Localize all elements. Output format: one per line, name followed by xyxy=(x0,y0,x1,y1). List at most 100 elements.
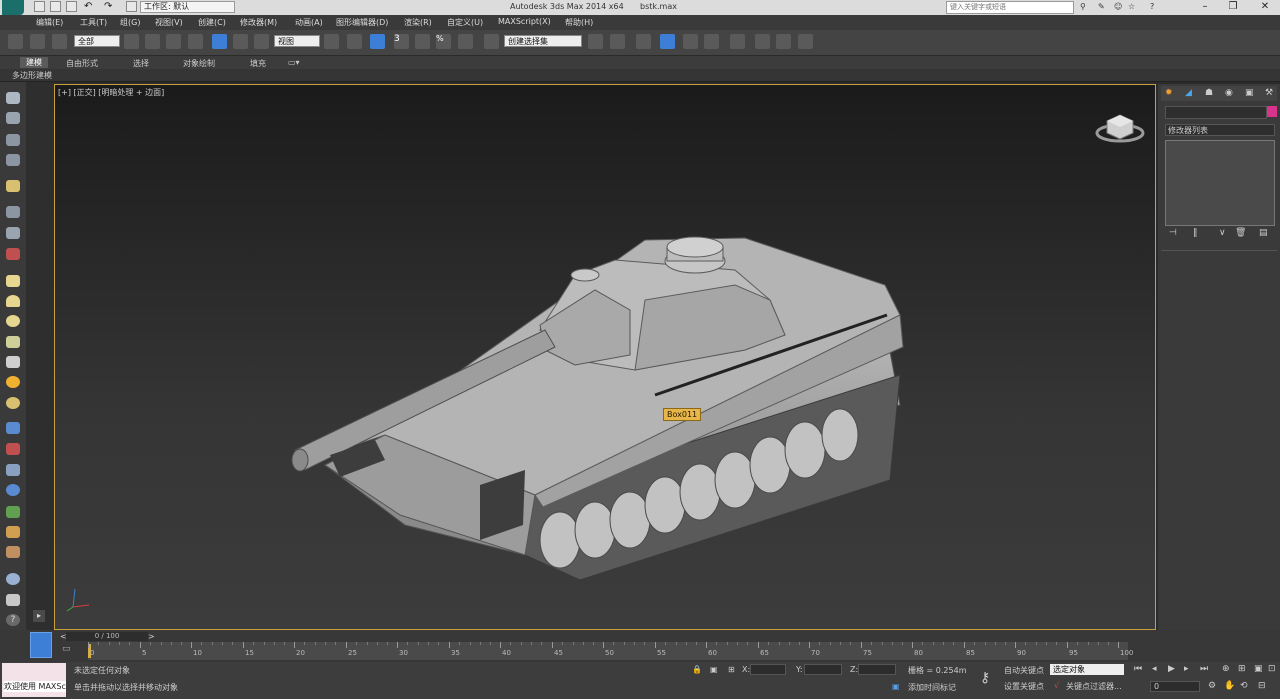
go-to-start-icon[interactable]: ⏮ xyxy=(1134,664,1142,674)
globe-icon[interactable] xyxy=(6,484,20,496)
layer-icon[interactable] xyxy=(6,134,20,146)
go-to-end-icon[interactable]: ⏭ xyxy=(1200,664,1208,674)
maxscript-listener[interactable]: 欢迎使用 MAXSc xyxy=(2,663,66,697)
character-icon[interactable] xyxy=(6,464,20,476)
bind-space-warp-icon[interactable] xyxy=(52,34,67,49)
helper-icon[interactable] xyxy=(6,206,20,218)
percent-snap-icon[interactable]: % xyxy=(436,34,451,49)
menu-graph-editors[interactable]: 图形编辑器(D) xyxy=(336,17,388,28)
next-frame-arrow-icon[interactable]: > xyxy=(148,632,158,641)
key-filters-button[interactable]: 关键点过滤器... xyxy=(1066,681,1122,692)
track-bar[interactable]: 0 5 10 15 20 25 30 35 40 45 50 55 60 65 70 75 80 85 90 95 10… xyxy=(88,642,1133,660)
manipulate-icon[interactable] xyxy=(347,34,362,49)
menu-customize[interactable]: 自定义(U) xyxy=(447,17,483,28)
star-icon[interactable]: ☆ xyxy=(1128,2,1135,11)
hedra-icon[interactable] xyxy=(6,336,20,348)
minimize-button[interactable]: – xyxy=(1190,0,1220,15)
app-logo-icon[interactable] xyxy=(2,0,24,15)
help-icon[interactable]: ? xyxy=(1150,2,1154,11)
time-tag-icon[interactable]: ▣ xyxy=(892,682,900,691)
schematic-view-icon[interactable] xyxy=(704,34,719,49)
curve-editor-icon[interactable] xyxy=(683,34,698,49)
scene-explorer-icon[interactable] xyxy=(6,154,20,166)
rain-icon[interactable] xyxy=(6,422,20,434)
remove-modifier-icon[interactable]: 🗑 xyxy=(1235,228,1246,238)
sky-icon[interactable] xyxy=(6,397,20,409)
expand-arrow-icon[interactable]: ▸ xyxy=(33,610,45,622)
modifier-list-dropdown[interactable]: 修改器列表 xyxy=(1165,124,1275,136)
search-input[interactable]: 键入关键字或短语 xyxy=(946,1,1074,14)
auto-key-button[interactable]: 自动关键点 xyxy=(1004,665,1044,676)
rectangular-selection-icon[interactable] xyxy=(166,34,181,49)
modifier-stack[interactable] xyxy=(1165,140,1275,226)
link-icon[interactable] xyxy=(8,34,23,49)
dome-icon[interactable] xyxy=(6,295,20,307)
render-production-icon[interactable] xyxy=(798,34,813,49)
zoom-icon[interactable]: ⊕ xyxy=(1222,664,1230,674)
create-tab-icon[interactable]: ✹ xyxy=(1165,88,1173,98)
rendered-frame-window-icon[interactable] xyxy=(776,34,791,49)
material-editor-icon[interactable] xyxy=(730,34,745,49)
tab-populate[interactable]: 填充 xyxy=(250,58,266,69)
ball-icon[interactable] xyxy=(6,573,20,585)
menu-rendering[interactable]: 渲染(R) xyxy=(404,17,432,28)
menu-tools[interactable]: 工具(T) xyxy=(80,17,107,28)
object-color-swatch[interactable] xyxy=(1267,106,1277,117)
current-frame-field[interactable]: 0 xyxy=(1150,681,1200,692)
select-and-scale-icon[interactable] xyxy=(254,34,269,49)
sphere-light-icon[interactable] xyxy=(6,315,20,327)
undo-icon[interactable]: ↶ xyxy=(84,1,95,12)
close-button[interactable]: ✕ xyxy=(1250,0,1280,15)
select-object-icon[interactable] xyxy=(124,34,139,49)
help-circle-icon[interactable]: ? xyxy=(6,614,20,626)
named-selection-dropdown[interactable]: 创建选择集 xyxy=(504,35,582,47)
particle-icon[interactable] xyxy=(6,248,20,260)
show-end-result-icon[interactable]: ‖ xyxy=(1193,228,1198,238)
grid-icon[interactable] xyxy=(6,594,20,606)
menu-help[interactable]: 帮助(H) xyxy=(565,17,593,28)
hair-icon[interactable] xyxy=(6,526,20,538)
play-icon[interactable]: ▶ xyxy=(1168,664,1175,674)
select-and-rotate-icon[interactable] xyxy=(233,34,248,49)
key-icon[interactable]: ✎ xyxy=(1098,2,1105,11)
snaps-toggle-icon[interactable]: 3 xyxy=(394,34,409,49)
menu-group[interactable]: 组(G) xyxy=(120,17,140,28)
y-coordinate-field[interactable] xyxy=(804,664,842,675)
ribbon-options-icon[interactable]: ▭▾ xyxy=(288,58,300,67)
window-crossing-icon[interactable] xyxy=(188,34,203,49)
project-folder-icon[interactable] xyxy=(126,1,137,12)
next-frame-icon[interactable]: ▸ xyxy=(1184,664,1189,674)
modify-tab-icon[interactable]: ◢ xyxy=(1185,88,1192,98)
select-by-name-icon[interactable] xyxy=(145,34,160,49)
absolute-mode-icon[interactable]: ⊞ xyxy=(728,665,735,674)
menu-maxscript[interactable]: MAXScript(X) xyxy=(498,17,551,26)
z-coordinate-field[interactable] xyxy=(858,664,896,675)
key-icon-large[interactable]: ⚷ xyxy=(980,670,990,686)
user-icon[interactable]: ☺ xyxy=(1114,2,1122,11)
cone-icon[interactable] xyxy=(6,356,20,368)
unlink-icon[interactable] xyxy=(30,34,45,49)
layer-manager-icon[interactable] xyxy=(636,34,651,49)
add-time-tag[interactable]: 添加时间标记 xyxy=(908,682,956,693)
pivot-center-icon[interactable] xyxy=(324,34,339,49)
pin-stack-icon[interactable]: ⊣ xyxy=(1169,228,1177,238)
zoom-extents-icon[interactable]: ▣ xyxy=(1254,664,1263,674)
mirror-icon[interactable] xyxy=(588,34,603,49)
edit-named-selection-icon[interactable] xyxy=(484,34,499,49)
zoom-region-icon[interactable]: ⊡ xyxy=(1268,664,1276,674)
tab-modeling[interactable]: 建模 xyxy=(20,57,48,68)
track-bar-icon[interactable]: ▭ xyxy=(62,644,74,655)
selection-filter-dropdown[interactable]: 全部 xyxy=(74,35,120,47)
make-unique-icon[interactable]: ∨ xyxy=(1219,228,1226,238)
pan-icon[interactable]: ✋ xyxy=(1224,681,1235,691)
polygon-modeling-label[interactable]: 多边形建模 xyxy=(12,70,52,81)
x-coordinate-field[interactable] xyxy=(750,664,786,675)
key-filter-icon[interactable]: √ xyxy=(1054,681,1059,690)
hierarchy-tab-icon[interactable]: ☗ xyxy=(1205,88,1213,98)
maximize-viewport-icon[interactable]: ⊟ xyxy=(1258,681,1266,691)
mini-curve-editor-button[interactable] xyxy=(30,632,52,658)
new-file-icon[interactable] xyxy=(34,1,45,12)
reference-coordinate-dropdown[interactable]: 视图 xyxy=(274,35,320,47)
orbit-icon[interactable]: ⟲ xyxy=(1240,681,1248,691)
menu-animation[interactable]: 动画(A) xyxy=(295,17,323,28)
